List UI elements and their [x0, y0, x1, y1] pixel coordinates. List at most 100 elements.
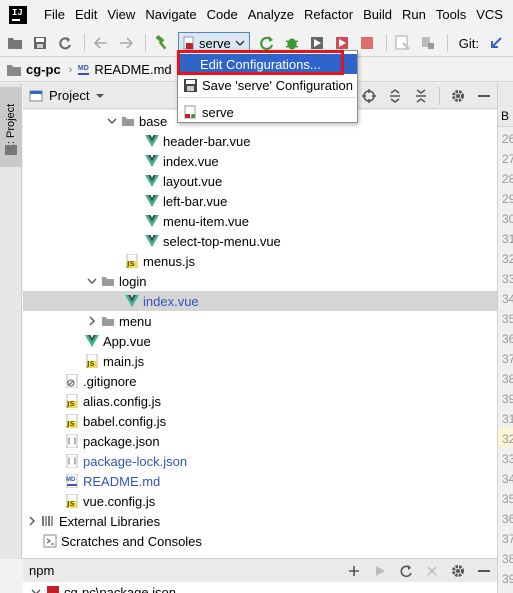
menu-vcs[interactable]: VCS [471, 0, 508, 30]
tree-file-alias-config-js[interactable]: JS alias.config.js [23, 391, 497, 411]
menu-navigate[interactable]: Navigate [140, 0, 201, 30]
line-number: 35 [502, 312, 513, 326]
chevron-right-icon[interactable] [27, 516, 37, 526]
vue-file-icon [125, 294, 139, 308]
tree-item-label: index.vue [143, 293, 199, 309]
project-tree: base header-bar.vue index.vue layout.vue… [23, 110, 497, 558]
tree-file-package-json[interactable]: package.json [23, 431, 497, 451]
chevron-down-icon[interactable] [107, 116, 117, 126]
line-number: 36 [502, 512, 513, 526]
breadcrumb-file[interactable]: MD README.md [76, 62, 172, 77]
tree-file-header-bar[interactable]: header-bar.vue [23, 131, 497, 151]
collapse-all-icon[interactable] [410, 85, 432, 107]
project-panel-title[interactable]: Project [49, 88, 89, 103]
line-number: 29 [502, 192, 513, 206]
tree-file-gitignore[interactable]: .gitignore [23, 371, 497, 391]
project-structure-icon[interactable] [392, 32, 414, 54]
close-icon[interactable] [421, 560, 443, 582]
open-folder-icon[interactable] [4, 32, 26, 54]
chevron-right-icon[interactable] [87, 316, 97, 326]
tree-file-babel-config-js[interactable]: JS babel.config.js [23, 411, 497, 431]
markdown-file-icon: MD [76, 63, 90, 77]
save-configuration-item[interactable]: Save 'serve' Configuration [178, 75, 357, 95]
line-number: 34 [502, 292, 513, 306]
tree-external-libraries[interactable]: External Libraries [23, 511, 497, 531]
save-all-icon[interactable] [29, 32, 51, 54]
tree-file-login-index-vue[interactable]: index.vue [23, 291, 497, 311]
project-tool-tab[interactable]: 1: Project [0, 87, 22, 167]
git-update-icon[interactable] [485, 32, 507, 54]
toolbar-separator [446, 34, 448, 52]
run-config-label: serve [199, 35, 231, 51]
tree-folder-menu[interactable]: menu [23, 311, 497, 331]
synchronize-icon[interactable] [54, 32, 76, 54]
chevron-down-icon[interactable] [31, 589, 41, 593]
tree-file-main-js[interactable]: JS main.js [23, 351, 497, 371]
tree-file-layout-vue[interactable]: layout.vue [23, 171, 497, 191]
stop-icon[interactable] [356, 32, 378, 54]
editor-tab[interactable]: B [498, 83, 513, 127]
menu-refactor[interactable]: Refactor [299, 0, 358, 30]
line-number: 30 [502, 212, 513, 226]
expand-all-icon[interactable] [384, 85, 406, 107]
tree-file-readme-md[interactable]: MD README.md [23, 471, 497, 491]
js-file-icon: JS [65, 414, 79, 428]
menu-view[interactable]: View [102, 0, 140, 30]
tree-item-label: README.md [83, 473, 161, 489]
chevron-down-icon[interactable] [95, 93, 105, 99]
hide-panel-icon[interactable] [473, 85, 495, 107]
refresh-icon[interactable] [395, 560, 417, 582]
tree-file-select-top-menu-vue[interactable]: select-top-menu.vue [23, 231, 497, 251]
tree-file-index-vue[interactable]: index.vue [23, 151, 497, 171]
run-script-icon[interactable] [369, 560, 391, 582]
add-icon[interactable] [343, 560, 365, 582]
tree-file-left-bar-vue[interactable]: left-bar.vue [23, 191, 497, 211]
menu-edit[interactable]: Edit [70, 0, 102, 30]
menu-run[interactable]: Run [397, 0, 431, 30]
menu-analyze[interactable]: Analyze [243, 0, 299, 30]
line-number: 31 [502, 412, 513, 426]
vue-file-icon [145, 134, 159, 148]
menu-file[interactable]: File [39, 0, 70, 30]
tree-file-app-vue[interactable]: App.vue [23, 331, 497, 351]
tree-item-label: index.vue [163, 153, 219, 169]
js-file-icon: JS [85, 354, 99, 368]
tree-file-menus-js[interactable]: JS menus.js [23, 251, 497, 271]
git-label: Git: [458, 35, 480, 51]
tree-file-menu-item-vue[interactable]: menu-item.vue [23, 211, 497, 231]
npm-icon [47, 586, 59, 593]
tree-item-label: login [119, 273, 147, 289]
popup-separator [178, 97, 357, 98]
tree-scratches-and-consoles[interactable]: Scratches and Consoles [23, 531, 497, 551]
edit-configurations-item[interactable]: Edit Configurations... [178, 54, 357, 74]
js-badge: JS [67, 500, 75, 508]
markdown-file-icon: MD [65, 474, 79, 488]
tree-file-package-lock-json[interactable]: package-lock.json [23, 451, 497, 471]
tree-item-label: select-top-menu.vue [163, 233, 281, 249]
tree-file-vue-config-js[interactable]: JS vue.config.js [23, 491, 497, 511]
gear-icon[interactable] [447, 85, 469, 107]
tree-folder-login[interactable]: login [23, 271, 497, 291]
serve-config-label: serve [202, 104, 234, 120]
project-panel-tools [356, 85, 497, 107]
forward-arrow-icon[interactable] [115, 32, 137, 54]
save-icon [184, 78, 197, 92]
build-hammer-icon[interactable] [151, 32, 173, 54]
menu-build[interactable]: Build [358, 0, 397, 30]
json-file-icon [65, 454, 79, 468]
chevron-down-icon[interactable] [87, 276, 97, 286]
menu-code[interactable]: Code [202, 0, 243, 30]
back-arrow-icon[interactable] [90, 32, 112, 54]
breadcrumb-project[interactable]: cg-pc [6, 62, 61, 77]
tree-item-label: layout.vue [163, 173, 223, 189]
gear-icon[interactable] [447, 560, 469, 582]
line-number: 38 [502, 552, 513, 566]
breadcrumb-project-label: cg-pc [26, 62, 61, 77]
tree-item-label: External Libraries [59, 513, 161, 529]
serve-config-item[interactable]: serve [178, 102, 357, 122]
sdk-icon[interactable] [417, 32, 439, 54]
menu-tools[interactable]: Tools [431, 0, 471, 30]
hide-panel-icon[interactable] [473, 560, 495, 582]
locate-target-icon[interactable] [358, 85, 380, 107]
npm-package-row[interactable]: cg-pc\package.json [23, 582, 497, 593]
